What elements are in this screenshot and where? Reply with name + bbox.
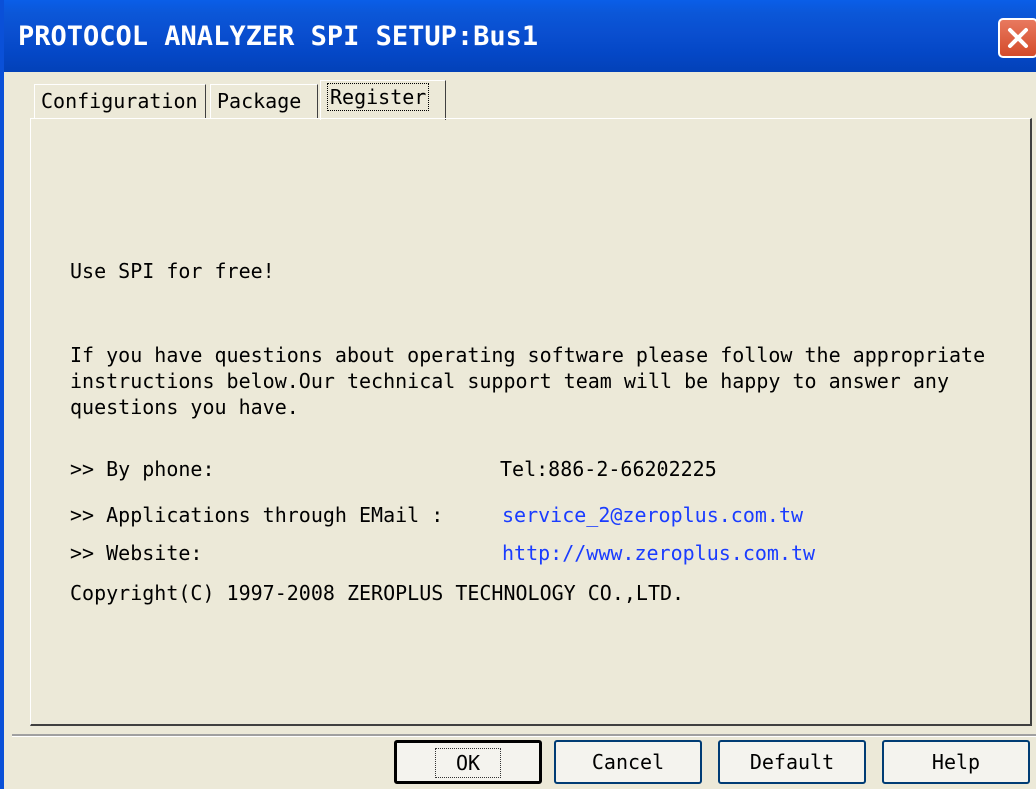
title-bar[interactable]: PROTOCOL ANALYZER SPI SETUP:Bus1: [4, 0, 1036, 72]
default-label: Default: [749, 750, 835, 774]
tab-configuration[interactable]: Configuration: [34, 84, 206, 118]
website-link[interactable]: http://www.zeroplus.com.tw: [502, 540, 815, 566]
intro-line: If you have questions about operating so…: [70, 343, 986, 367]
tab-register[interactable]: Register: [320, 80, 446, 120]
ok-label: OK: [434, 748, 502, 778]
intro-line: instructions below.Our technical support…: [70, 369, 949, 393]
dialog-window: PROTOCOL ANALYZER SPI SETUP:Bus1 Configu…: [0, 0, 1036, 789]
website-label: >> Website:: [70, 541, 203, 565]
cancel-button[interactable]: Cancel: [554, 740, 702, 784]
tab-label: Configuration: [41, 89, 198, 113]
tab-label: Package: [217, 89, 302, 113]
cancel-label: Cancel: [591, 750, 665, 774]
window-title: PROTOCOL ANALYZER SPI SETUP:Bus1: [18, 21, 539, 52]
ok-button[interactable]: OK: [394, 740, 542, 784]
register-heading: Use SPI for free!: [70, 259, 275, 283]
email-label: >> Applications through EMail :: [70, 503, 444, 527]
copyright-text: Copyright(C) 1997-2008 ZEROPLUS TECHNOLO…: [70, 581, 685, 605]
phone-value: Tel:886-2-66202225: [500, 457, 717, 481]
register-panel: [30, 118, 1032, 726]
default-button[interactable]: Default: [718, 740, 866, 784]
tab-package[interactable]: Package: [210, 84, 318, 118]
help-button[interactable]: Help: [882, 740, 1030, 784]
tab-label: Register: [327, 83, 430, 111]
phone-label: >> By phone:: [70, 457, 215, 481]
close-icon: [1008, 28, 1028, 48]
help-label: Help: [931, 750, 981, 774]
email-link[interactable]: service_2@zeroplus.com.tw: [502, 502, 803, 528]
close-button[interactable]: [998, 18, 1036, 58]
intro-line: questions you have.: [70, 395, 299, 419]
button-divider: [12, 734, 1036, 737]
